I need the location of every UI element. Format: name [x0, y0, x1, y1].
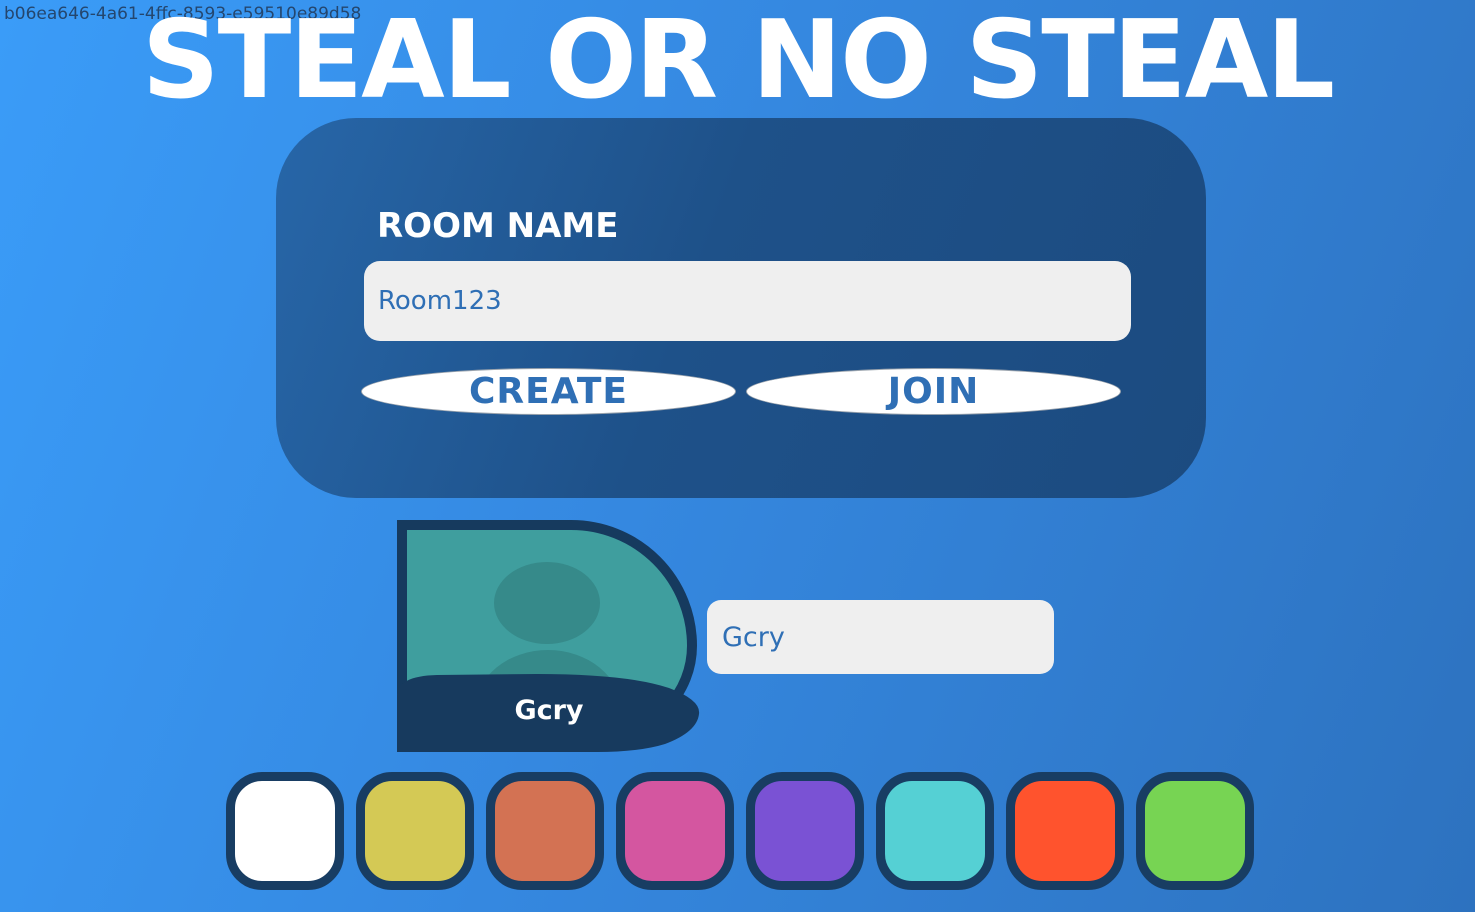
game-title: STEAL OR NO STEAL	[141, 0, 1335, 123]
color-swatch-green[interactable]	[1136, 772, 1254, 890]
person-head-icon	[494, 562, 600, 644]
room-name-label: ROOM NAME	[377, 206, 619, 246]
color-swatch-pink[interactable]	[616, 772, 734, 890]
player-avatar[interactable]: Gcry	[397, 520, 701, 752]
create-button[interactable]: CREATE	[361, 368, 736, 415]
avatar-nameplate-label: Gcry	[514, 695, 584, 726]
color-swatch-purple[interactable]	[746, 772, 864, 890]
room-name-input[interactable]	[364, 261, 1131, 341]
color-swatch-yellow[interactable]	[356, 772, 474, 890]
color-swatch-red[interactable]	[1006, 772, 1124, 890]
color-swatch-teal[interactable]	[876, 772, 994, 890]
color-swatch-orange[interactable]	[486, 772, 604, 890]
player-name-input[interactable]	[707, 600, 1054, 674]
join-button[interactable]: JOIN	[746, 368, 1121, 415]
color-swatch-white[interactable]	[226, 772, 344, 890]
